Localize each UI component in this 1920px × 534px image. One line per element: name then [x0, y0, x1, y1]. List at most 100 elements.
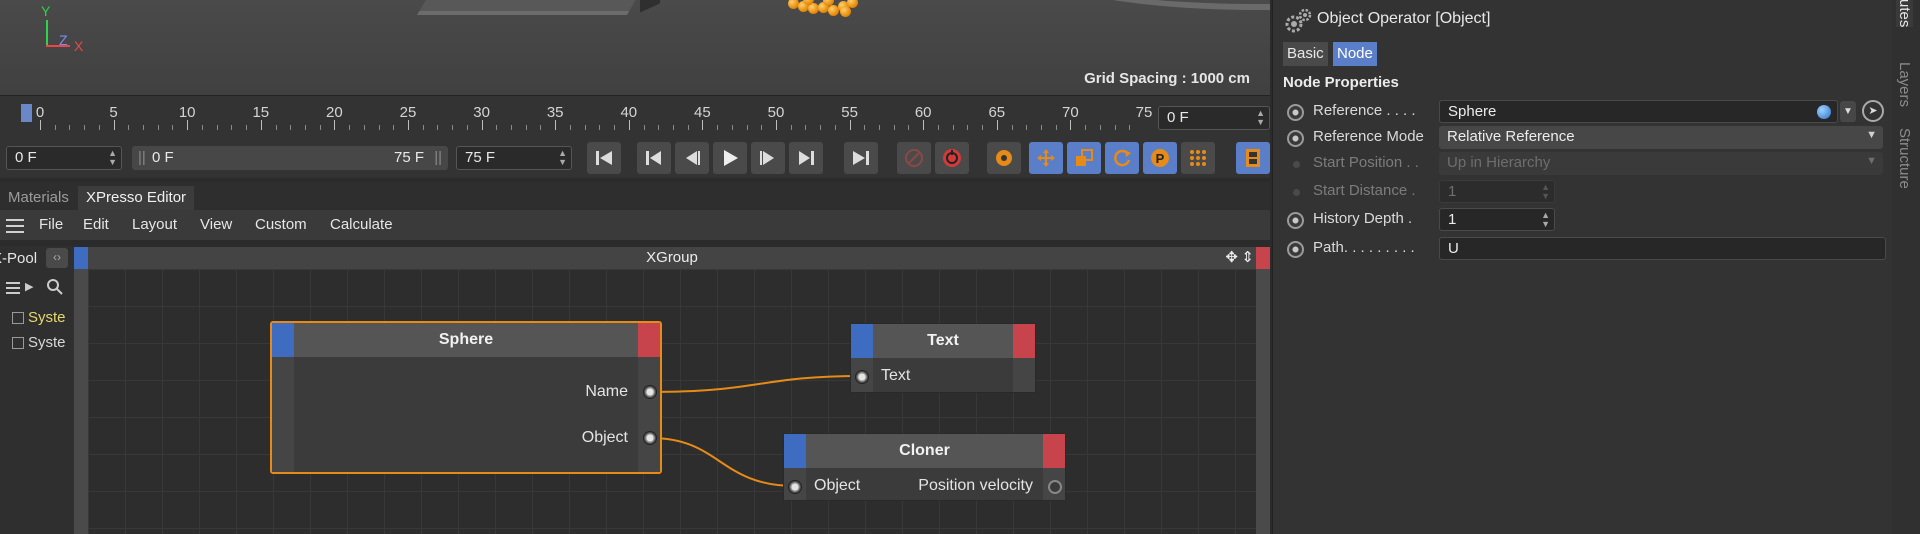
timeline-tick-mark — [864, 125, 866, 130]
range-right-handle[interactable]: || — [434, 149, 442, 166]
node-grid[interactable] — [88, 269, 1256, 534]
side-tab-attributes[interactable]: Attributes — [1896, 0, 1913, 28]
timeline-tick-mark — [967, 125, 969, 130]
xgroup-canvas[interactable]: XGroup ✥ ⇕ — [74, 247, 1270, 534]
spin-arrows-icon[interactable]: ▲ ▼ — [1256, 109, 1265, 127]
menu-view[interactable]: View — [200, 216, 232, 233]
previous-key-button[interactable] — [637, 142, 671, 174]
cloner-output-port[interactable] — [1043, 434, 1065, 468]
timeline-tick-mark — [879, 125, 881, 130]
code-toggle-icon[interactable]: ‹› — [46, 248, 68, 268]
list-menu-icon[interactable] — [6, 282, 20, 294]
tree-expand-icon[interactable] — [12, 312, 24, 324]
go-to-end-button[interactable] — [844, 142, 878, 174]
tab-xpresso-editor[interactable]: XPresso Editor — [78, 186, 195, 210]
port-name-out[interactable] — [643, 385, 657, 399]
xgroup-title[interactable]: XGroup — [74, 247, 1270, 269]
text-input-port[interactable] — [851, 324, 873, 358]
sphere-node-title[interactable]: Sphere — [272, 323, 660, 357]
side-tab-structure[interactable]: Structure — [1896, 128, 1913, 189]
sphere-input-port[interactable] — [272, 323, 294, 357]
port-position-velocity-out[interactable] — [1048, 480, 1062, 494]
xpool-panel: X-Pool ‹› ▶ Syste Syste — [0, 246, 74, 534]
tab-materials[interactable]: Materials — [0, 186, 77, 210]
menu-edit[interactable]: Edit — [83, 216, 109, 233]
key-parameter-button[interactable]: P — [1143, 142, 1177, 174]
animate-radio[interactable] — [1287, 130, 1304, 147]
spin-arrows-icon[interactable]: ▲ ▼ — [108, 149, 117, 167]
animate-radio[interactable] — [1287, 241, 1304, 258]
playhead-handle[interactable] — [21, 104, 32, 122]
resize-icon[interactable]: ⇕ — [1241, 248, 1254, 266]
xgroup-left-port-bar — [74, 247, 88, 534]
autokey-button[interactable] — [935, 142, 969, 174]
timeline-window-button[interactable] — [1236, 142, 1270, 174]
start-distance-field: 1 ▲ ▼ — [1439, 180, 1555, 203]
current-frame-field[interactable]: 0 F ▲ ▼ — [1158, 106, 1270, 130]
preview-range-slider[interactable]: || 0 F 75 F || — [132, 146, 448, 170]
range-start-value: 0 F — [152, 149, 174, 166]
menu-custom[interactable]: Custom — [255, 216, 307, 233]
text-node[interactable]: Text Text — [850, 323, 1036, 393]
keyframe-selection-button[interactable] — [987, 142, 1021, 174]
menu-calculate[interactable]: Calculate — [330, 216, 393, 233]
key-scale-button[interactable] — [1067, 142, 1101, 174]
timeline-tick-mark — [334, 120, 336, 130]
xpool-item[interactable]: Syste — [28, 334, 66, 351]
text-output-port[interactable] — [1013, 324, 1035, 358]
previous-frame-button[interactable] — [675, 142, 709, 174]
scene-slab — [417, 0, 653, 15]
play-button[interactable] — [713, 142, 747, 174]
tab-basic[interactable]: Basic — [1283, 42, 1328, 66]
history-depth-field[interactable]: 1 ▲ ▼ — [1439, 208, 1555, 231]
port-object-out[interactable] — [643, 431, 657, 445]
reference-mode-select[interactable]: Relative Reference ▼ — [1439, 126, 1883, 149]
link-dropdown-icon[interactable]: ▼ — [1840, 101, 1856, 122]
tree-expand-icon[interactable] — [12, 337, 24, 349]
timeline[interactable]: 0 5 10 15 20 25 30 35 40 45 50 55 60 65 70 75 0 F ▲ ▼ — [0, 96, 1270, 138]
hamburger-menu-icon[interactable] — [6, 219, 24, 233]
cloner-input-port[interactable] — [784, 434, 806, 468]
record-active-button[interactable] — [897, 142, 931, 174]
prop-label: Path. . . . . . . . . — [1313, 239, 1415, 256]
key-position-button[interactable] — [1029, 142, 1063, 174]
animate-radio[interactable] — [1287, 104, 1304, 121]
port-text-in[interactable] — [855, 370, 869, 384]
expand-arrow-icon[interactable]: ▶ — [25, 280, 33, 293]
point-grid-icon — [1190, 150, 1206, 166]
text-node-title[interactable]: Text — [851, 324, 1035, 358]
start-frame-field[interactable]: 0 F ▲ ▼ — [6, 146, 122, 170]
go-to-start-button[interactable] — [587, 142, 621, 174]
spin-arrows-icon[interactable]: ▲ ▼ — [1541, 211, 1550, 229]
xgroup-output-port[interactable] — [1256, 247, 1270, 269]
sphere-node[interactable]: Sphere Name Object — [270, 321, 662, 474]
sphere-output-port[interactable] — [638, 323, 660, 357]
timeline-ruler[interactable]: 0 5 10 15 20 25 30 35 40 45 50 55 60 65 70 75 — [20, 100, 1152, 138]
range-left-handle[interactable]: || — [138, 149, 146, 166]
port-object-in[interactable] — [788, 480, 802, 494]
search-icon[interactable] — [46, 278, 64, 296]
path-field[interactable]: U — [1439, 237, 1886, 260]
animate-radio[interactable] — [1287, 212, 1304, 229]
pick-object-icon[interactable]: ➤ — [1862, 100, 1884, 122]
timeline-tick-mark — [319, 125, 321, 130]
key-rotation-button[interactable] — [1105, 142, 1139, 174]
menu-file[interactable]: File — [39, 216, 63, 233]
xgroup-input-port[interactable] — [74, 247, 88, 269]
end-frame-field[interactable]: 75 F ▲ ▼ — [456, 146, 572, 170]
key-pla-button[interactable] — [1181, 142, 1215, 174]
tab-node[interactable]: Node — [1333, 42, 1377, 66]
cloner-node-title[interactable]: Cloner — [784, 434, 1065, 468]
next-key-button[interactable] — [789, 142, 823, 174]
move-icon[interactable]: ✥ — [1225, 248, 1238, 266]
viewport[interactable]: Y Z X Grid Spacing : 1000 cm — [0, 0, 1270, 96]
spin-arrows-icon[interactable]: ▲ ▼ — [558, 149, 567, 167]
menu-layout[interactable]: Layout — [132, 216, 177, 233]
prop-path: Path. . . . . . . . . U — [1273, 236, 1893, 262]
reference-link-field[interactable]: Sphere — [1439, 100, 1838, 123]
cloner-node[interactable]: Cloner Object Position velocity — [783, 433, 1066, 501]
xpool-item[interactable]: Syste — [28, 309, 66, 326]
side-tab-layers[interactable]: Layers — [1896, 62, 1913, 107]
next-frame-button[interactable] — [751, 142, 785, 174]
timeline-tick-mark — [128, 125, 130, 130]
